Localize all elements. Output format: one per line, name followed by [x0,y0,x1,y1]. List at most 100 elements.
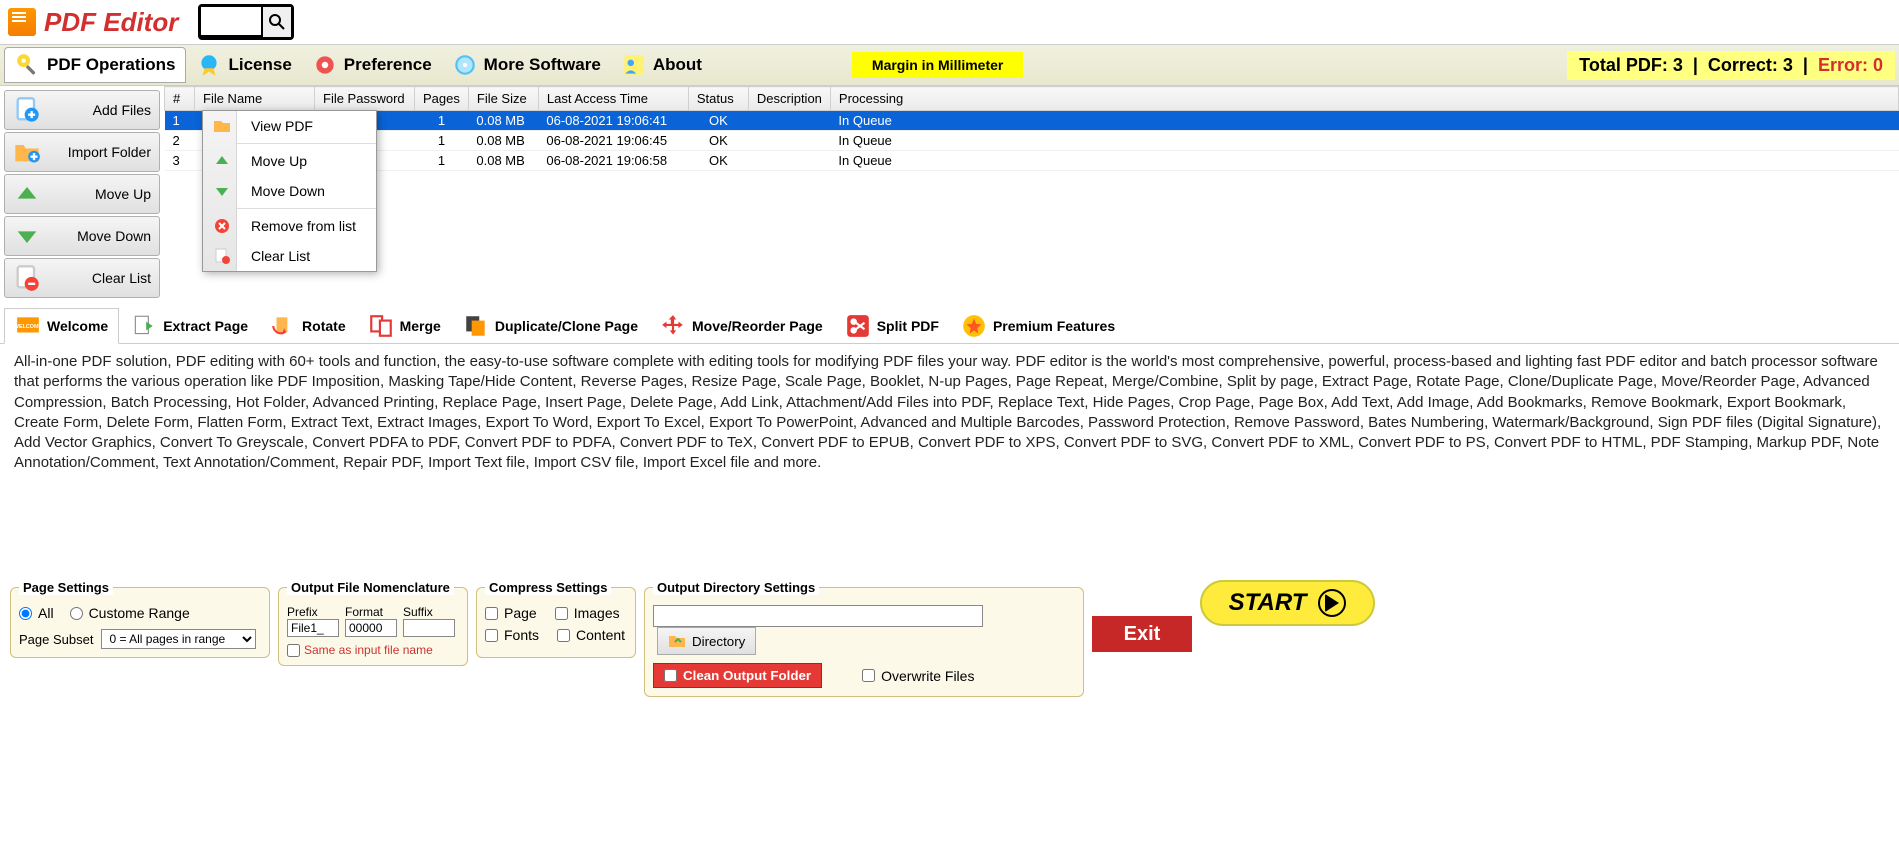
menu-more-software[interactable]: More Software [442,48,611,82]
grid-col-file-size[interactable]: File Size [468,87,538,111]
search-input[interactable] [201,7,261,37]
move-down-button[interactable]: Move Down [4,216,160,256]
radio-all[interactable]: All [19,605,54,621]
overwrite-files-checkbox[interactable]: Overwrite Files [862,668,974,684]
arrow-up-icon [13,180,41,208]
grid-col-processing[interactable]: Processing [830,87,1898,111]
remove-icon [213,217,231,235]
move-up-button[interactable]: Move Up [4,174,160,214]
page-settings-title: Page Settings [19,580,113,595]
arrow-down-icon [213,182,231,200]
suffix-input[interactable] [403,619,455,637]
gear-icon [312,52,338,78]
grid-col-description[interactable]: Description [748,87,830,111]
clear-list-icon [213,247,231,265]
search-icon [269,14,285,30]
chk-images[interactable]: Images [555,605,620,621]
error-stat: Error: 0 [1818,55,1883,75]
add-files-button[interactable]: Add Files [4,90,160,130]
chk-content[interactable]: Content [557,627,625,643]
page-subset-label: Page Subset [19,632,93,647]
welcome-icon: WELCOME [15,313,41,339]
file-grid[interactable]: #File NameFile PasswordPagesFile SizeLas… [164,86,1899,171]
search-button[interactable] [261,7,291,37]
search-container [198,4,294,40]
directory-browse-button[interactable]: Directory [657,627,756,655]
correct-stat: Correct: 3 [1708,55,1793,75]
clean-output-checkbox[interactable] [664,669,677,682]
menu-license[interactable]: License [186,48,301,82]
tab-rotate[interactable]: Rotate [260,309,356,343]
grid-col-status[interactable]: Status [688,87,748,111]
table-row[interactable]: 110.08 MB06-08-2021 19:06:41OKIn Queue [165,111,1899,131]
grid-col-file-password[interactable]: File Password [315,87,415,111]
grid-col-last-access-time[interactable]: Last Access Time [538,87,688,111]
app-title: PDF Editor [44,7,178,38]
premium-star-icon [961,313,987,339]
tab-bar: WELCOME Welcome Extract Page Rotate Merg… [0,306,1899,344]
cd-icon [452,52,478,78]
menu-about[interactable]: About [611,48,712,82]
view-pdf-icon [213,117,231,135]
exit-button[interactable]: Exit [1092,616,1192,652]
nomenclature-group: Output File Nomenclature Prefix Format S… [278,580,468,666]
file-grid-area: #File NameFile PasswordPagesFile SizeLas… [164,86,1899,304]
arrow-up-icon [213,152,231,170]
tab-merge[interactable]: Merge [358,309,451,343]
output-directory-group: Output Directory Settings Directory Clea… [644,580,1084,697]
same-as-input-checkbox[interactable]: Same as input file name [287,643,459,657]
prefix-input[interactable] [287,619,339,637]
tab-premium-features[interactable]: Premium Features [951,309,1125,343]
extract-page-icon [131,313,157,339]
play-icon [1318,589,1346,617]
total-pdf-stat: Total PDF: 3 [1579,55,1683,75]
clear-list-icon [13,264,41,292]
table-row[interactable]: 210.08 MB06-08-2021 19:06:45OKIn Queue [165,131,1899,151]
table-row[interactable]: 310.08 MB06-08-2021 19:06:58OKIn Queue [165,151,1899,171]
app-logo: PDF Editor [8,7,178,38]
format-input[interactable] [345,619,397,637]
folder-up-icon [668,632,686,650]
license-badge-icon [196,52,222,78]
tab-split-pdf[interactable]: Split PDF [835,309,949,343]
split-icon [845,313,871,339]
nomenclature-title: Output File Nomenclature [287,580,454,595]
import-folder-button[interactable]: Import Folder [4,132,160,172]
import-folder-icon [13,138,41,166]
grid-col--[interactable]: # [165,87,195,111]
grid-col-file-name[interactable]: File Name [195,87,315,111]
svg-text:WELCOME: WELCOME [15,324,41,330]
tab-duplicate-clone[interactable]: Duplicate/Clone Page [453,309,648,343]
add-file-icon [13,96,41,124]
menu-pdf-operations[interactable]: PDF Operations [4,47,186,83]
chk-page[interactable]: Page [485,605,537,621]
duplicate-icon [463,313,489,339]
welcome-text: All-in-one PDF solution, PDF editing wit… [0,344,1899,574]
menu-preference[interactable]: Preference [302,48,442,82]
tab-extract-page[interactable]: Extract Page [121,309,258,343]
tab-welcome[interactable]: WELCOME Welcome [4,308,119,344]
grid-col-pages[interactable]: Pages [415,87,469,111]
clear-list-button[interactable]: Clear List [4,258,160,298]
menu-bar: PDF Operations License Preference More S… [0,44,1899,86]
stats-bar: Total PDF: 3 | Correct: 3 | Error: 0 [1567,51,1895,80]
page-settings-group: Page Settings All Custome Range Page Sub… [10,580,270,658]
pdf-editor-icon [8,8,36,36]
gear-wrench-icon [15,52,41,78]
start-button[interactable]: START [1200,580,1375,626]
arrow-down-icon [13,222,41,250]
tab-move-reorder[interactable]: Move/Reorder Page [650,309,833,343]
move-reorder-icon [660,313,686,339]
compress-settings-group: Compress Settings Page Images Fonts Cont… [476,580,636,658]
clean-output-folder-button[interactable]: Clean Output Folder [653,663,822,688]
output-directory-title: Output Directory Settings [653,580,819,595]
output-directory-input[interactable] [653,605,983,627]
page-subset-select[interactable]: 0 = All pages in range [101,629,256,649]
person-info-icon [621,52,647,78]
left-sidebar: Add Files Import Folder Move Up Move Dow… [0,86,164,304]
compress-settings-title: Compress Settings [485,580,611,595]
chk-fonts[interactable]: Fonts [485,627,539,643]
margin-unit-badge: Margin in Millimeter [852,52,1023,78]
radio-custom-range[interactable]: Custome Range [70,605,190,621]
rotate-icon [270,313,296,339]
